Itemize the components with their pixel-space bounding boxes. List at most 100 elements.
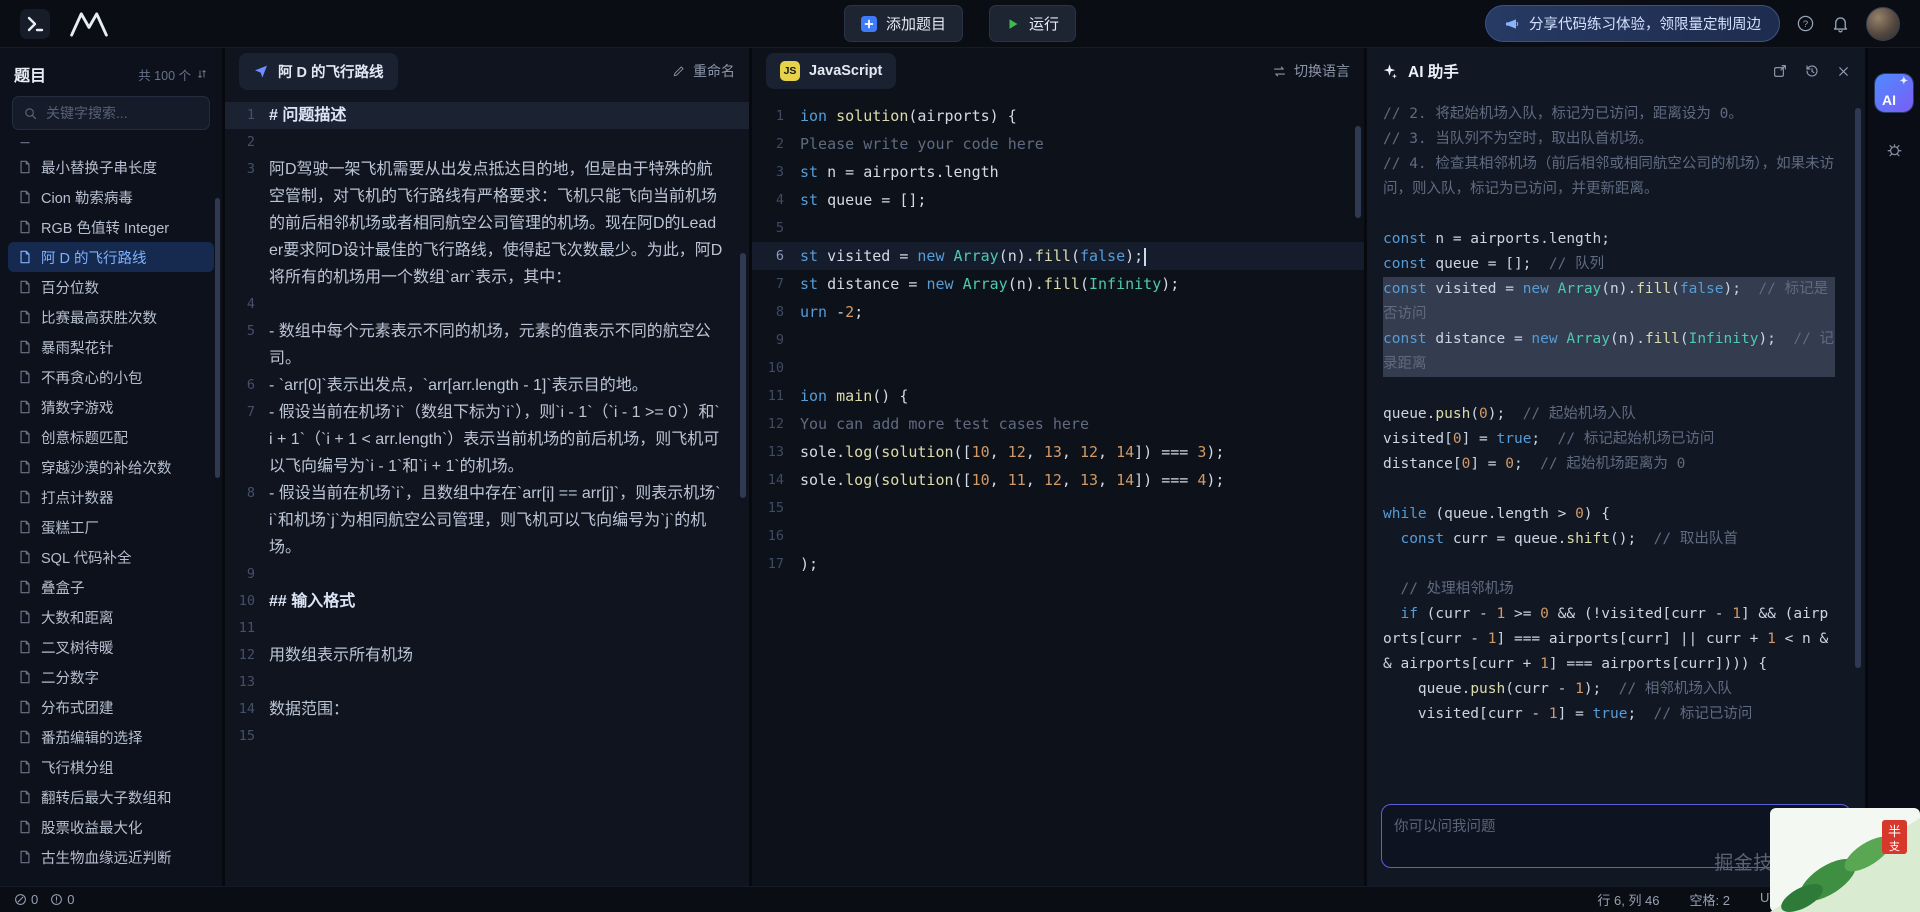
code-line[interactable]: 13sole.log(solution([10, 12, 13, 12, 14]…	[752, 438, 1364, 466]
document-icon	[18, 220, 32, 234]
sidebar-item[interactable]: 翻转后最大子数组和	[8, 782, 214, 812]
sidebar-item[interactable]: 分布式团建	[8, 692, 214, 722]
sidebar-item[interactable]: 阿 D 的飞行路线	[8, 242, 214, 272]
code-line[interactable]: 8urn -2;	[752, 298, 1364, 326]
sidebar-item[interactable]: 打点计数器	[8, 482, 214, 512]
sidebar-item-label: 分布式团建	[41, 697, 114, 718]
line-number: 15	[225, 723, 269, 750]
code-line[interactable]: 2Please write your code here	[752, 130, 1364, 158]
promo-banner[interactable]: 分享代码练习体验，领限量定制周边	[1485, 5, 1780, 42]
sidebar-item[interactable]: 创意标题匹配	[8, 422, 214, 452]
sidebar-item[interactable]: 二分数字	[8, 662, 214, 692]
sidebar-item-label: Cion 勒索病毒	[41, 187, 133, 208]
sidebar-item[interactable]: 猜数字游戏	[8, 392, 214, 422]
share-icon[interactable]	[1772, 63, 1788, 79]
description-line[interactable]: 15	[225, 723, 749, 750]
sidebar-item[interactable]: 古生物血缘远近判断	[8, 842, 214, 872]
description-line[interactable]: 3阿D驾驶一架飞机需要从出发点抵达目的地，但是由于特殊的航空管制，对飞机的飞行路…	[225, 156, 749, 291]
description-line-text: - 假设当前在机场`i`，且数组中存在`arr[i] == arr[j]`，则表…	[269, 480, 749, 561]
close-icon[interactable]	[1836, 64, 1851, 79]
description-line[interactable]: 13	[225, 669, 749, 696]
ai-scrollbar[interactable]	[1855, 108, 1861, 668]
avatar[interactable]	[1866, 7, 1900, 41]
description-line[interactable]: 12用数组表示所有机场	[225, 642, 749, 669]
description-line[interactable]: 2	[225, 129, 749, 156]
problems-summary[interactable]: 0 0	[14, 892, 74, 907]
sidebar-item[interactable]: 飞行棋分组	[8, 752, 214, 782]
add-question-button[interactable]: 添加题目	[844, 5, 963, 42]
code-line[interactable]: 11ion main() {	[752, 382, 1364, 410]
run-button[interactable]: 运行	[989, 5, 1076, 42]
sidebar-item[interactable]: 最小替换子串长度	[8, 152, 214, 182]
code-line[interactable]: 16	[752, 522, 1364, 550]
description-line[interactable]: 10## 输入格式	[225, 588, 749, 615]
description-line[interactable]: 6- `arr[0]`表示出发点，`arr[arr.length - 1]`表示…	[225, 372, 749, 399]
code-line[interactable]: 12You can add more test cases here	[752, 410, 1364, 438]
brand-logo-icon[interactable]	[68, 10, 110, 37]
code-line[interactable]: 17);	[752, 550, 1364, 578]
document-icon	[18, 850, 32, 864]
code-line[interactable]: 5	[752, 214, 1364, 242]
code-line[interactable]: 15	[752, 494, 1364, 522]
description-line[interactable]: 11	[225, 615, 749, 642]
indent-setting[interactable]: 空格: 2	[1690, 890, 1730, 909]
sidebar-item[interactable]: 股票收益最大化	[8, 812, 214, 842]
rename-button[interactable]: 重命名	[672, 61, 735, 81]
sidebar-item[interactable]: 番茄编辑的选择	[8, 722, 214, 752]
ai-input[interactable]	[1381, 804, 1851, 868]
code-line[interactable]: 10	[752, 354, 1364, 382]
description-line[interactable]: 1# 问题描述	[225, 102, 749, 129]
sidebar-item[interactable]: RGB 色值转 Integer	[8, 212, 214, 242]
sidebar-item[interactable]: 大数和距离	[8, 602, 214, 632]
sidebar-item[interactable]: 百分位数	[8, 272, 214, 302]
sidebar-scrollbar[interactable]	[215, 198, 220, 478]
description-line[interactable]: 8- 假设当前在机场`i`，且数组中存在`arr[i] == arr[j]`，则…	[225, 480, 749, 561]
sidebar-item[interactable]: 穿越沙漠的补给次数	[8, 452, 214, 482]
sidebar-item-label: 比赛最高获胜次数	[41, 307, 157, 328]
document-icon	[18, 760, 32, 774]
cursor-position[interactable]: 行 6, 列 46	[1597, 890, 1659, 909]
help-icon[interactable]: ?	[1796, 14, 1815, 33]
sidebar-item[interactable]: 不再贪心的小包	[8, 362, 214, 392]
description-line[interactable]: 9	[225, 561, 749, 588]
description-line[interactable]: 7- 假设当前在机场`i`（数组下标为`i`），则`i - 1`（`i - 1 …	[225, 399, 749, 480]
description-line[interactable]: 14数据范围：	[225, 696, 749, 723]
description-lines[interactable]: 1# 问题描述2 3阿D驾驶一架飞机需要从出发点抵达目的地，但是由于特殊的航空管…	[225, 94, 749, 886]
sidebar-item[interactable]: 暴雨梨花针	[8, 332, 214, 362]
description-tab[interactable]: 阿 D 的飞行路线	[239, 53, 398, 90]
code-line[interactable]: 3st n = airports.length	[752, 158, 1364, 186]
encoding-setting[interactable]: UTF-8	[1760, 890, 1797, 909]
sidebar-item[interactable]: 比赛最高获胜次数	[8, 302, 214, 332]
description-line-text: 用数组表示所有机场	[269, 642, 749, 669]
code-editor[interactable]: 1ion solution(airports) {2Please write y…	[752, 94, 1364, 886]
eol-setting[interactable]: LF	[1827, 890, 1842, 909]
sidebar-item[interactable]: 蛋糕工厂	[8, 512, 214, 542]
code-line[interactable]: 4st queue = [];	[752, 186, 1364, 214]
code-line[interactable]: 7st distance = new Array(n).fill(Infinit…	[752, 270, 1364, 298]
editor-scrollbar[interactable]	[1355, 126, 1361, 218]
switch-language-button[interactable]: 切换语言	[1272, 61, 1350, 81]
sidebar-item[interactable]: 二叉树待暖	[8, 632, 214, 662]
history-icon[interactable]	[1804, 63, 1820, 79]
description-line[interactable]: 4	[225, 291, 749, 318]
code-line[interactable]: 6st visited = new Array(n).fill(false);	[752, 242, 1364, 270]
sidebar-item[interactable]: SQL 代码补全	[8, 542, 214, 572]
app-logo-icon[interactable]	[20, 9, 50, 39]
code-line[interactable]: 1ion solution(airports) {	[752, 102, 1364, 130]
notifications-icon[interactable]	[1831, 14, 1850, 33]
sidebar-item[interactable]	[8, 142, 214, 152]
sidebar-item[interactable]: 叠盒子	[8, 572, 214, 602]
ai-assistant-badge[interactable]: AI	[1875, 74, 1913, 112]
bug-icon[interactable]	[1885, 140, 1904, 159]
document-icon	[18, 430, 32, 444]
description-line[interactable]: 5- 数组中每个元素表示不同的机场，元素的值表示不同的航空公司。	[225, 318, 749, 372]
code-line-text	[800, 326, 809, 354]
right-toolbar: AI	[1868, 48, 1920, 886]
sidebar-item[interactable]: Cion 勒索病毒	[8, 182, 214, 212]
sort-icon[interactable]	[196, 68, 208, 80]
language-tab[interactable]: JS JavaScript	[766, 53, 896, 89]
code-line[interactable]: 14sole.log(solution([10, 11, 12, 13, 14]…	[752, 466, 1364, 494]
code-line[interactable]: 9	[752, 326, 1364, 354]
description-scrollbar[interactable]	[740, 253, 746, 498]
search-input[interactable]	[46, 105, 199, 121]
